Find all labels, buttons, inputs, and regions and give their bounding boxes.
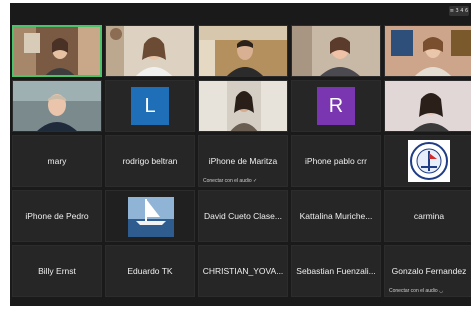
participant-video <box>385 26 471 76</box>
top-bar: ≡ 3 4 6 <box>10 3 471 25</box>
avatar-letter: L <box>131 87 169 125</box>
participant-avatar-tile[interactable]: L <box>105 80 195 132</box>
participant-name-tile[interactable]: Sebastian Fuenzali... <box>291 245 381 297</box>
participant-video <box>199 81 287 131</box>
participant-video-tile[interactable] <box>198 80 288 132</box>
participant-name: David Cueto Clase... <box>204 211 282 221</box>
participant-name-tile[interactable]: Billy Ernst <box>12 245 102 297</box>
participant-video <box>385 81 471 131</box>
participant-name: CHRISTIAN_YOVA... <box>202 266 284 276</box>
zoom-gallery-window: ≡ 3 4 6 L R mary rodrigo beltran iPhone … <box>10 3 471 306</box>
connect-audio-note[interactable]: Conectar con el audio ◡ <box>389 288 443 294</box>
participant-video-tile[interactable] <box>291 25 381 77</box>
participant-image-tile[interactable] <box>105 190 195 242</box>
participant-video-tile[interactable] <box>12 25 102 77</box>
participant-name: rodrigo beltran <box>122 156 178 166</box>
view-options-button[interactable]: ≡ 3 4 6 <box>449 6 469 16</box>
participant-photo <box>106 191 194 241</box>
participant-name-tile[interactable]: mary <box>12 135 102 187</box>
participant-name-tile[interactable]: Kattalina Muriche... <box>291 190 381 242</box>
participant-video <box>199 26 287 76</box>
participant-name: Billy Ernst <box>38 266 76 276</box>
participant-name-tile[interactable]: David Cueto Clase... <box>198 190 288 242</box>
participant-video <box>14 27 100 75</box>
participant-avatar-tile[interactable]: R <box>291 80 381 132</box>
participant-video <box>106 26 194 76</box>
participant-video <box>292 26 380 76</box>
participant-name: iPhone de Pedro <box>25 211 89 221</box>
participant-name: iPhone pablo crr <box>305 156 367 166</box>
participant-name-tile[interactable]: iPhone de Maritza Conectar con el audio … <box>198 135 288 187</box>
participant-name: Sebastian Fuenzali... <box>296 266 376 276</box>
participant-name-tile[interactable]: iPhone pablo crr <box>291 135 381 187</box>
participant-video-tile[interactable] <box>12 80 102 132</box>
participant-video-tile[interactable] <box>105 25 195 77</box>
participant-name: Gonzalo Fernandez <box>391 266 467 276</box>
participant-video <box>13 81 101 131</box>
participant-grid: L R mary rodrigo beltran iPhone de Marit… <box>10 25 471 301</box>
participant-name-tile[interactable]: CHRISTIAN_YOVA... <box>198 245 288 297</box>
participant-name: iPhone de Maritza <box>208 156 278 166</box>
participant-video-tile[interactable] <box>384 25 471 77</box>
yacht-club-logo <box>408 140 450 182</box>
participant-name-tile[interactable]: rodrigo beltran <box>105 135 195 187</box>
participant-name-tile[interactable]: Eduardo TK <box>105 245 195 297</box>
participant-logo-tile[interactable] <box>384 135 471 187</box>
participant-name: Kattalina Muriche... <box>299 211 373 221</box>
avatar-letter: R <box>317 87 355 125</box>
participant-name: mary <box>47 156 67 166</box>
participant-name-tile[interactable]: iPhone de Pedro <box>12 190 102 242</box>
participant-video-tile[interactable] <box>384 80 471 132</box>
participant-name: carmina <box>413 211 445 221</box>
participant-video-tile[interactable] <box>198 25 288 77</box>
participant-name-tile[interactable]: carmina <box>384 190 471 242</box>
participant-name-tile[interactable]: Gonzalo Fernandez Conectar con el audio … <box>384 245 471 297</box>
connect-audio-note[interactable]: Conectar con el audio ✓ <box>203 178 257 184</box>
participant-name: Eduardo TK <box>127 266 173 276</box>
